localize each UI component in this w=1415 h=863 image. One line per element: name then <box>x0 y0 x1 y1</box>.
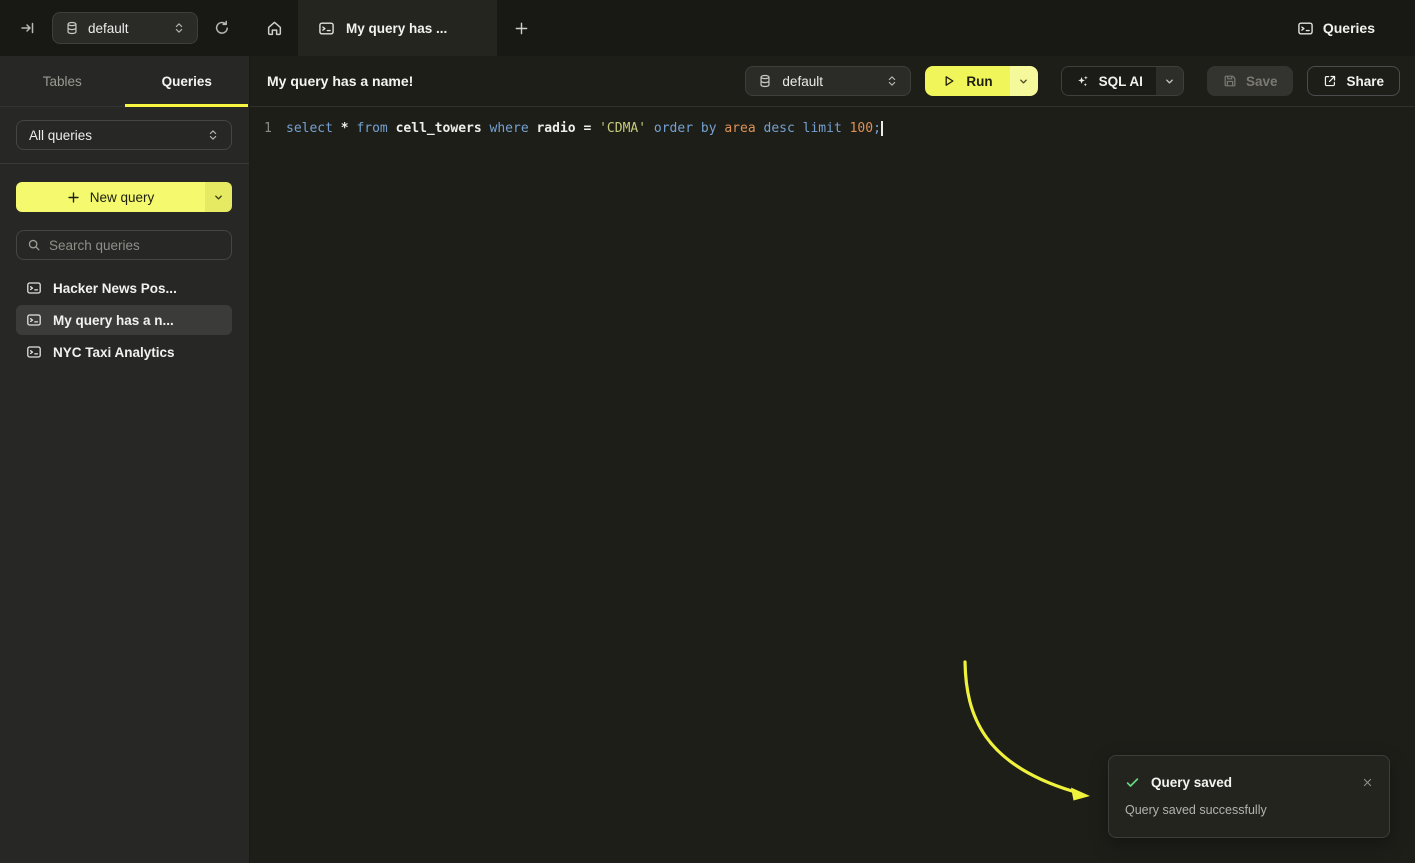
toast-title: Query saved <box>1151 775 1232 790</box>
query-toolbar: My query has a name! default <box>250 56 1415 107</box>
chevron-updown-icon <box>173 22 185 34</box>
sql-editor[interactable]: 1 select * from cell_towers where radio … <box>250 107 1415 863</box>
search-queries-input[interactable] <box>49 238 221 253</box>
collapse-sidebar-icon <box>20 20 36 36</box>
toast-header: Query saved <box>1125 775 1373 790</box>
run-button[interactable]: Run <box>925 66 1037 96</box>
run-dropdown[interactable] <box>1010 66 1038 96</box>
query-terminal-icon <box>318 20 335 37</box>
share-button[interactable]: Share <box>1307 66 1400 96</box>
queries-terminal-icon <box>1297 20 1314 37</box>
query-list-item-hacker-news[interactable]: Hacker News Pos... <box>16 273 232 303</box>
query-filter-value: All queries <box>29 128 92 143</box>
refresh-button[interactable] <box>208 14 236 42</box>
refresh-icon <box>214 20 230 36</box>
toast-query-saved: Query saved Query saved successfully <box>1108 755 1390 838</box>
home-button[interactable] <box>250 0 298 56</box>
sidebar-tabs: Tables Queries <box>0 56 249 107</box>
run-label: Run <box>966 74 992 89</box>
header-left-controls: default <box>0 0 250 56</box>
collapse-sidebar-button[interactable] <box>14 14 42 42</box>
main-panel: My query has a name! default <box>250 56 1415 863</box>
new-tab-button[interactable] <box>497 0 545 56</box>
tab-tables[interactable]: Tables <box>0 56 125 106</box>
sql-ai-dropdown[interactable] <box>1156 67 1183 95</box>
share-icon <box>1323 74 1337 88</box>
toast-message: Query saved successfully <box>1125 803 1373 817</box>
query-item-label: Hacker News Pos... <box>53 281 177 296</box>
query-item-label: My query has a n... <box>53 313 174 328</box>
chevron-updown-icon <box>886 75 898 87</box>
run-button-main[interactable]: Run <box>925 66 1009 96</box>
save-label: Save <box>1246 74 1278 89</box>
query-list: Hacker News Pos... My query has a n... N… <box>16 273 232 367</box>
save-button[interactable]: Save <box>1207 66 1294 96</box>
share-label: Share <box>1346 74 1384 89</box>
new-query-dropdown[interactable] <box>205 182 232 212</box>
toolbar-database-value: default <box>782 74 823 89</box>
top-header: default My query has .. <box>0 0 1415 56</box>
chevron-down-icon <box>1018 76 1029 87</box>
close-icon[interactable] <box>1362 777 1373 788</box>
plus-icon <box>67 191 80 204</box>
play-icon <box>942 74 956 88</box>
query-terminal-icon <box>26 312 42 328</box>
database-icon <box>758 74 772 88</box>
tab-strip: My query has ... <box>250 0 1297 56</box>
chevron-down-icon <box>1164 76 1175 87</box>
chevron-updown-icon <box>207 129 219 141</box>
new-query-button[interactable]: New query <box>16 182 232 212</box>
query-list-item-my-query[interactable]: My query has a n... <box>16 305 232 335</box>
query-item-label: NYC Taxi Analytics <box>53 345 175 360</box>
database-icon <box>65 21 79 35</box>
query-terminal-icon <box>26 344 42 360</box>
tab-queries[interactable]: Queries <box>125 56 250 106</box>
search-queries-box <box>16 230 232 260</box>
code-line-1[interactable]: 1 select * from cell_towers where radio … <box>250 118 1415 139</box>
search-icon <box>27 238 41 252</box>
plus-icon <box>514 21 529 36</box>
new-query-main[interactable]: New query <box>16 182 205 212</box>
query-list-item-nyc-taxi[interactable]: NYC Taxi Analytics <box>16 337 232 367</box>
toolbar-actions: default Run <box>745 66 1400 96</box>
sql-ai-button[interactable]: SQL AI <box>1061 66 1184 96</box>
code-content: select * from cell_towers where radio = … <box>286 121 881 136</box>
check-icon <box>1125 775 1140 790</box>
toolbar-database-selector[interactable]: default <box>745 66 911 96</box>
header-queries-link[interactable]: Queries <box>1297 0 1415 56</box>
line-number: 1 <box>250 121 286 136</box>
sql-ai-label: SQL AI <box>1099 74 1143 89</box>
home-icon <box>266 20 283 37</box>
query-filter-select[interactable]: All queries <box>16 120 232 150</box>
sidebar: Tables Queries All queries New qu <box>0 56 250 863</box>
tab-title: My query has ... <box>346 21 447 36</box>
sidebar-content: All queries New query <box>0 107 249 367</box>
body: Tables Queries All queries New qu <box>0 56 1415 863</box>
query-title: My query has a name! <box>267 73 413 89</box>
queries-link-label: Queries <box>1323 20 1375 36</box>
header-database-value: default <box>88 21 129 36</box>
chevron-down-icon <box>213 192 224 203</box>
header-database-selector[interactable]: default <box>52 12 198 44</box>
sidebar-divider <box>0 163 249 164</box>
tab-my-query[interactable]: My query has ... <box>298 0 497 56</box>
save-icon <box>1223 74 1237 88</box>
query-terminal-icon <box>26 280 42 296</box>
app-window: default My query has .. <box>0 0 1415 863</box>
sql-ai-main[interactable]: SQL AI <box>1062 67 1156 95</box>
new-query-label: New query <box>90 190 155 205</box>
sparkles-icon <box>1075 74 1090 89</box>
text-cursor <box>881 121 883 136</box>
